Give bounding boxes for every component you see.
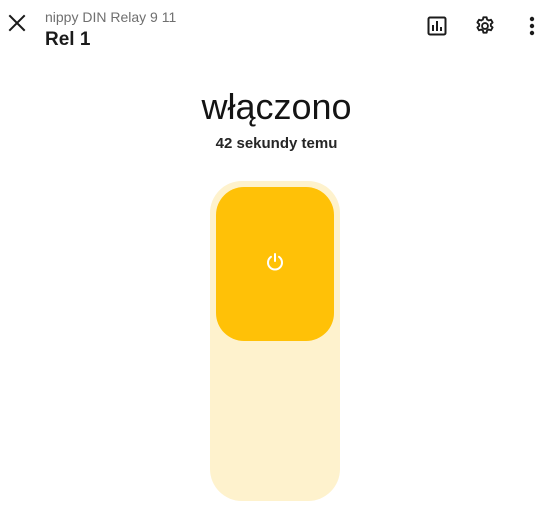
dialog-titles: nippy DIN Relay 9 11 Rel 1	[45, 9, 176, 52]
last-changed: 42 sekundy temu	[215, 135, 338, 152]
close-button[interactable]	[4, 8, 30, 42]
device-name: nippy DIN Relay 9 11	[45, 9, 177, 25]
power-icon	[265, 252, 285, 277]
more-options-button[interactable]	[516, 10, 548, 42]
state-label: włączono	[201, 86, 352, 127]
more-vertical-icon	[529, 16, 535, 36]
toggle-thumb[interactable]	[216, 187, 334, 341]
settings-button[interactable]	[469, 10, 501, 42]
chart-bar-icon	[427, 16, 447, 36]
close-icon	[8, 14, 26, 37]
dialog-header: nippy DIN Relay 9 11 Rel 1	[0, 0, 553, 60]
gear-icon	[474, 15, 496, 37]
entity-title: Rel 1	[45, 29, 91, 50]
more-info-dialog: nippy DIN Relay 9 11 Rel 1 włączono 42 s…	[0, 0, 553, 516]
power-toggle[interactable]	[210, 181, 340, 501]
history-button[interactable]	[421, 10, 453, 42]
